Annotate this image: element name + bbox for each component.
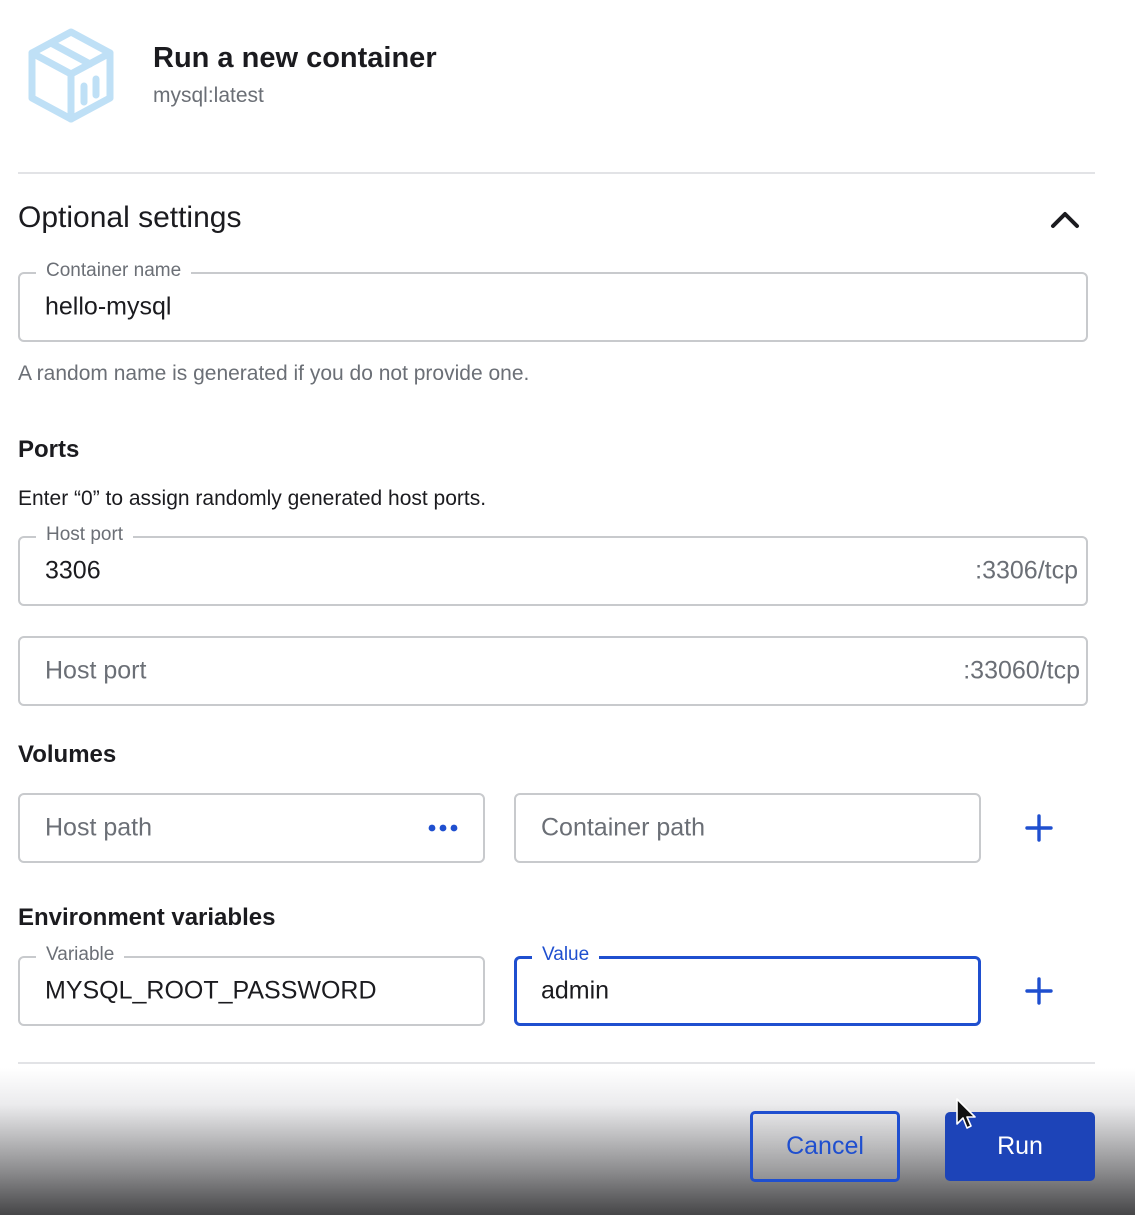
more-horizontal-icon[interactable] bbox=[427, 823, 459, 833]
cancel-button[interactable]: Cancel bbox=[750, 1111, 900, 1182]
add-volume-plus-icon[interactable] bbox=[1024, 813, 1054, 843]
host-port-placeholder[interactable]: Host port bbox=[45, 657, 146, 686]
container-port-suffix: :3306/tcp bbox=[975, 556, 1078, 585]
header-divider bbox=[18, 172, 1095, 174]
container-name-field[interactable]: Container name hello-mysql bbox=[18, 256, 1088, 342]
mouse-cursor-icon bbox=[956, 1098, 976, 1129]
chevron-up-icon[interactable] bbox=[1046, 204, 1084, 234]
host-port-field-33060[interactable]: Host port :33060/tcp bbox=[18, 636, 1088, 706]
ports-description: Enter “0” to assign randomly generated h… bbox=[18, 487, 487, 510]
environment-variables-title: Environment variables bbox=[18, 904, 276, 931]
container-port-suffix: :33060/tcp bbox=[963, 656, 1080, 685]
container-name-helper: A random name is generated if you do not… bbox=[18, 362, 530, 385]
container-name-value[interactable]: hello-mysql bbox=[45, 293, 171, 322]
env-variable-value[interactable]: MYSQL_ROOT_PASSWORD bbox=[45, 977, 377, 1006]
container-path-field[interactable]: Container path bbox=[514, 793, 981, 863]
volumes-title: Volumes bbox=[18, 741, 117, 768]
env-value-field[interactable]: Value admin bbox=[514, 940, 981, 1026]
env-value-value[interactable]: admin bbox=[541, 977, 609, 1006]
env-variable-field[interactable]: Variable MYSQL_ROOT_PASSWORD bbox=[18, 940, 485, 1026]
ports-title: Ports bbox=[18, 436, 80, 463]
footer-divider bbox=[18, 1062, 1095, 1064]
add-env-variable-plus-icon[interactable] bbox=[1024, 976, 1054, 1006]
host-port-label: Host port bbox=[36, 520, 134, 550]
container-box-icon bbox=[28, 28, 114, 123]
run-container-dialog: Run a new container mysql:latest Optiona… bbox=[0, 0, 1135, 1215]
env-value-label: Value bbox=[532, 940, 600, 970]
container-path-placeholder[interactable]: Container path bbox=[541, 814, 705, 843]
host-path-field[interactable]: Host path bbox=[18, 793, 485, 863]
host-port-value[interactable]: 3306 bbox=[45, 557, 101, 586]
env-variable-label: Variable bbox=[36, 940, 125, 970]
dialog-title: Run a new container bbox=[153, 42, 437, 74]
host-path-placeholder[interactable]: Host path bbox=[45, 814, 152, 843]
container-name-label: Container name bbox=[36, 256, 192, 286]
image-name: mysql:latest bbox=[153, 84, 264, 107]
host-port-field-3306[interactable]: Host port 3306 :3306/tcp bbox=[18, 520, 1088, 606]
optional-settings-title: Optional settings bbox=[18, 201, 242, 234]
